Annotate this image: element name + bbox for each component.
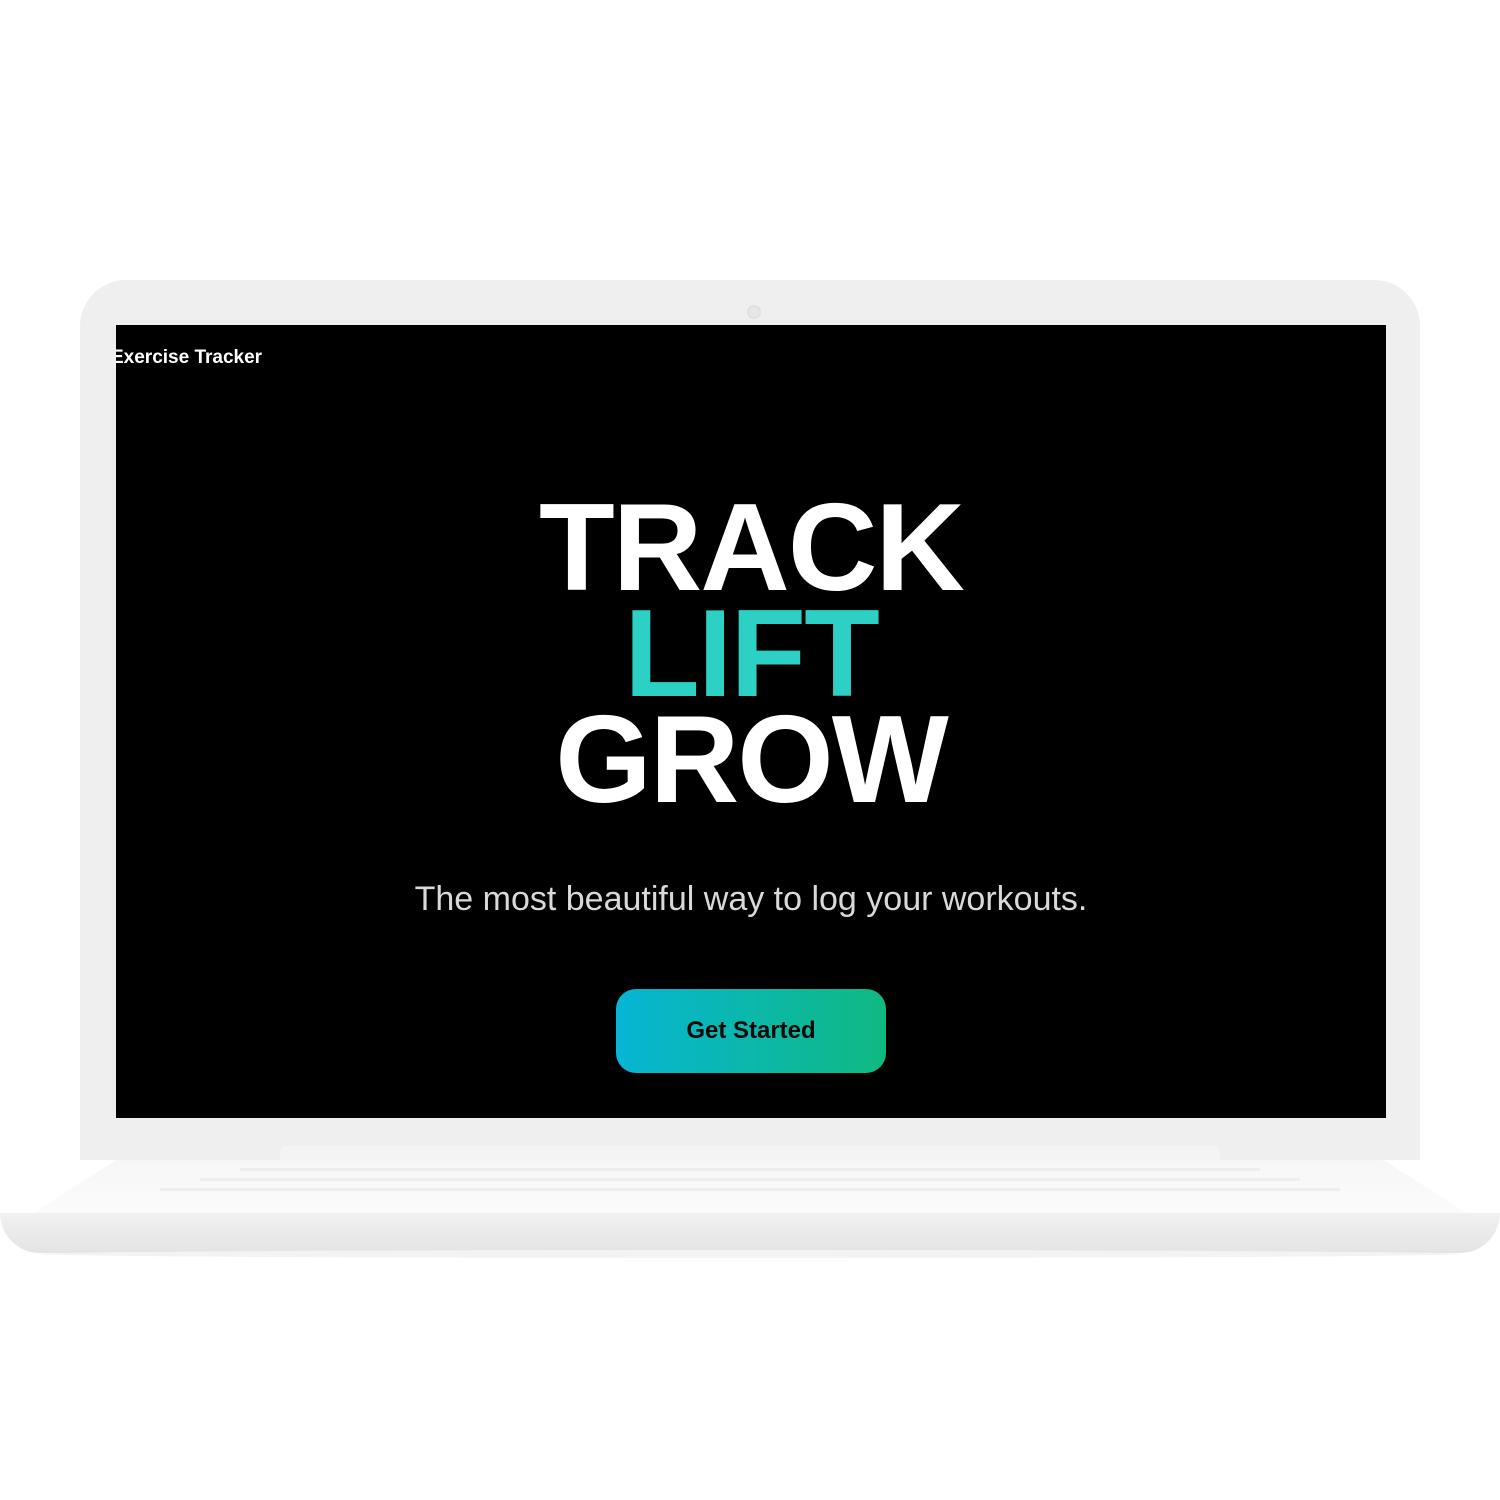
- laptop-shadow: [40, 1250, 1460, 1258]
- get-started-button[interactable]: Get Started: [616, 989, 886, 1073]
- laptop-hinge: [280, 1146, 1220, 1160]
- keyboard-row: [240, 1168, 1260, 1171]
- keyboard-row: [200, 1178, 1300, 1181]
- keyboard-row: [160, 1188, 1340, 1191]
- app-screen: Exercise Tracker TRACK LIFT GROW The mos…: [116, 325, 1386, 1118]
- app-title: Exercise Tracker: [116, 347, 263, 368]
- hero-heading: TRACK LIFT GROW: [116, 486, 1386, 829]
- webcam-icon: [747, 305, 761, 319]
- hero-subtitle: The most beautiful way to log your worko…: [414, 880, 1088, 918]
- laptop-base: [0, 1213, 1500, 1253]
- laptop-mockup: Exercise Tracker TRACK LIFT GROW The mos…: [0, 0, 1500, 1500]
- hero-line-grow: GROW: [555, 691, 949, 829]
